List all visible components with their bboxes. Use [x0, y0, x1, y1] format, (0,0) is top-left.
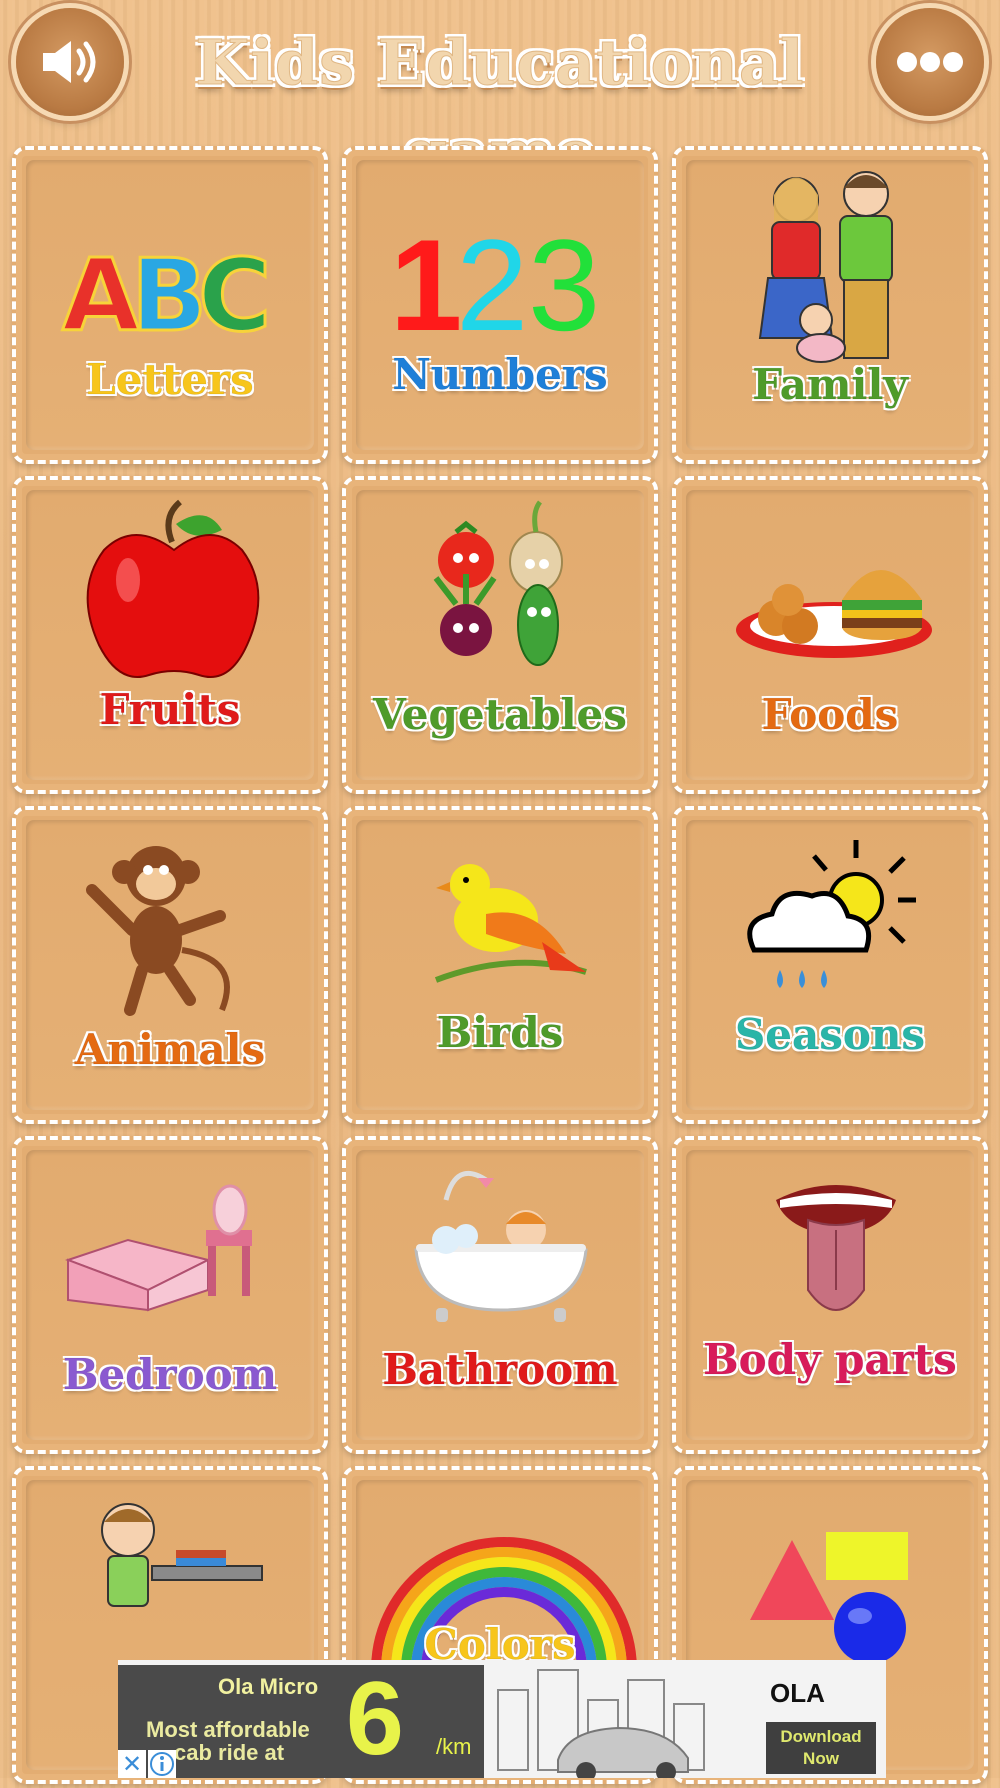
monkey-icon	[86, 846, 230, 1016]
tile-family[interactable]: Family	[672, 146, 988, 464]
apple-icon	[86, 499, 260, 678]
tile-label: Bedroom	[62, 1350, 278, 1400]
tile-label: Fruits	[99, 685, 241, 735]
numbers-123-icon: 1 2 3	[390, 212, 600, 358]
tile-label: Vegetables	[373, 690, 628, 740]
ad-brand-title: Ola Micro	[218, 1674, 319, 1699]
tile-label: Family	[752, 360, 909, 410]
svg-text:B: B	[131, 237, 207, 354]
family-icon	[758, 171, 893, 363]
tile-numbers[interactable]: 1 2 3 Numbers	[342, 146, 658, 464]
abc-letters-icon: A B C	[61, 236, 273, 356]
tile-label: Birds	[436, 1008, 564, 1058]
food-plate-icon	[736, 570, 932, 658]
tile-label: Letters	[86, 355, 255, 405]
tile-animals[interactable]: Animals	[12, 806, 328, 1124]
ad-line-2: cab ride at	[174, 1740, 285, 1765]
ad-price: 6	[346, 1661, 404, 1777]
bed-icon	[65, 1184, 252, 1312]
tile-label: Body parts	[703, 1335, 958, 1385]
ad-banner[interactable]: Ola Micro Most affordable cab ride at 6 …	[118, 1660, 886, 1778]
tile-fruits[interactable]: Fruits	[12, 476, 328, 794]
svg-text:1: 1	[390, 212, 462, 358]
tile-label: Foods	[761, 690, 899, 740]
ad-close-icon[interactable]: ✕	[118, 1750, 146, 1778]
svg-text:3: 3	[528, 212, 600, 358]
tile-label: Animals	[74, 1025, 266, 1075]
tile-seasons[interactable]: Seasons	[672, 806, 988, 1124]
bird-icon	[434, 864, 587, 983]
tile-label: Bathroom	[382, 1345, 618, 1395]
tile-bedroom[interactable]: Bedroom	[12, 1136, 328, 1454]
tile-label: Seasons	[734, 1010, 926, 1060]
svg-text:C: C	[198, 237, 271, 354]
tile-body-parts[interactable]: Body parts	[672, 1136, 988, 1454]
tile-foods[interactable]: Foods	[672, 476, 988, 794]
tile-vegetables[interactable]: Vegetables	[342, 476, 658, 794]
weather-icon	[747, 840, 916, 988]
tile-birds[interactable]: Birds	[342, 806, 658, 1124]
ad-unit: /km	[436, 1734, 472, 1759]
tile-bathroom[interactable]: Bathroom	[342, 1136, 658, 1454]
svg-text:2: 2	[456, 212, 528, 358]
bathtub-icon	[414, 1170, 588, 1322]
svg-text:A: A	[62, 237, 139, 354]
category-grid: A B C Letters 1 2 3 Numbers Family Fruit…	[0, 0, 1000, 1784]
ola-logo: OLA	[770, 1678, 825, 1708]
tile-letters[interactable]: A B C Letters	[12, 146, 328, 464]
vegetables-icon	[433, 500, 563, 666]
ad-download-button[interactable]: Download Now	[766, 1722, 876, 1774]
tongue-icon	[776, 1185, 896, 1311]
tile-label: Numbers	[392, 350, 608, 400]
ad-info-icon[interactable]	[148, 1750, 176, 1778]
